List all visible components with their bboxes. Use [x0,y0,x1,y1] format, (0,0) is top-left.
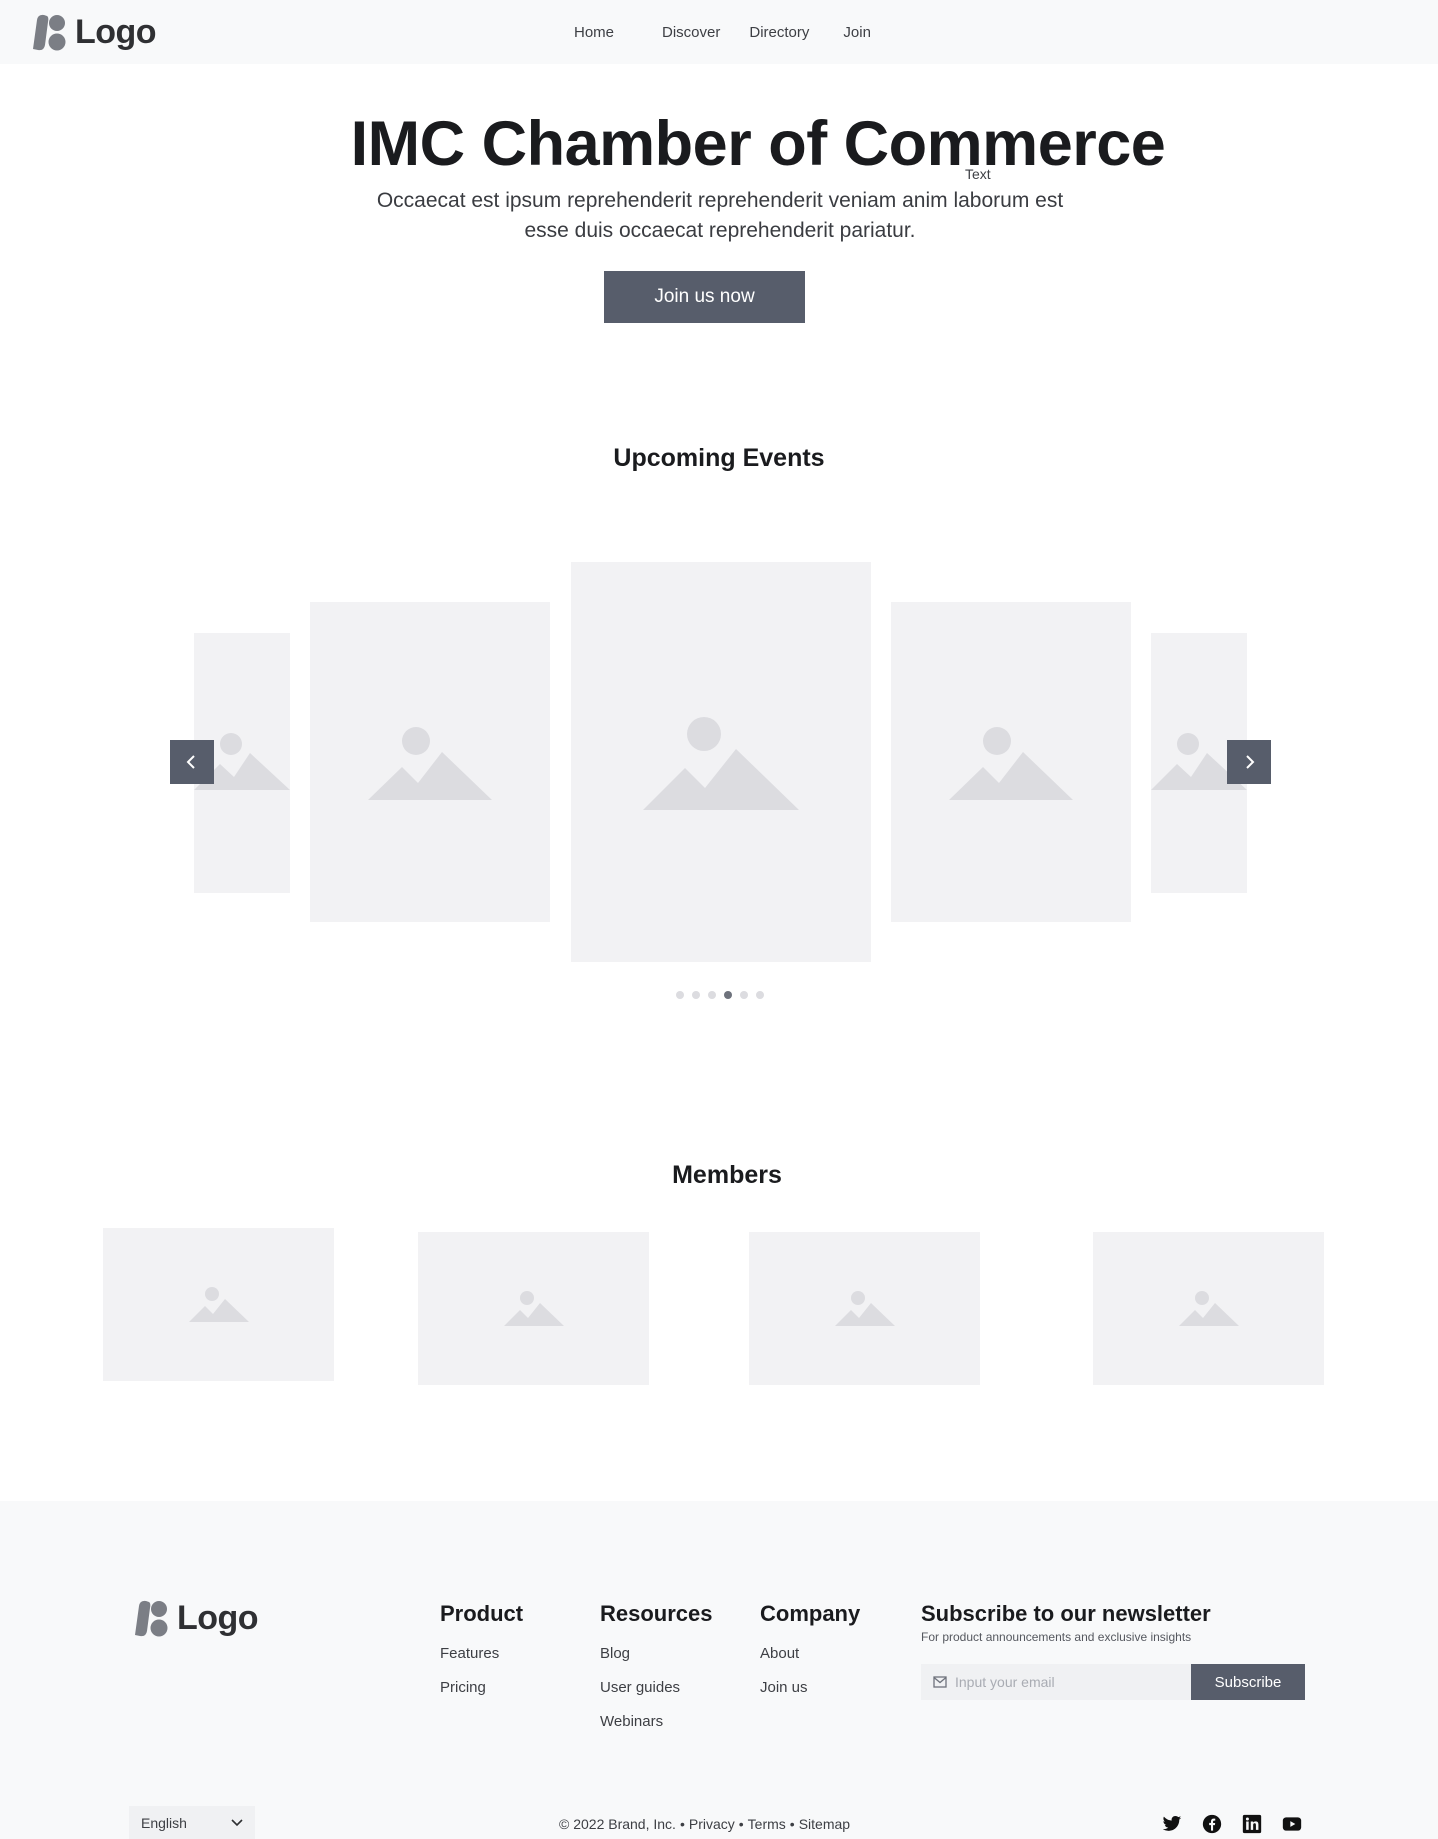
header-logo[interactable]: Logo [29,12,157,52]
youtube-icon[interactable] [1282,1814,1302,1834]
legal-links: © 2022 Brand, Inc. • Privacy • Terms • S… [559,1816,850,1832]
image-placeholder-icon [949,727,1073,800]
footer-link-join-us[interactable]: Join us [760,1679,808,1696]
facebook-icon[interactable] [1202,1814,1222,1834]
footer-link-webinars[interactable]: Webinars [600,1713,663,1730]
language-select[interactable]: English [129,1806,255,1839]
hero-subtitle: Occaecat est ipsum reprehenderit reprehe… [376,189,1064,242]
separator: • [679,1816,685,1832]
image-placeholder-icon [643,717,799,810]
main-nav: Home Discover Directory Join [560,0,871,64]
member-card-2[interactable] [418,1232,649,1385]
footer-link-user-guides[interactable]: User guides [600,1679,680,1696]
carousel-dot[interactable] [740,991,748,999]
footer-logo[interactable]: Logo [131,1598,259,1638]
twitter-icon[interactable] [1162,1814,1182,1834]
image-placeholder-icon [1179,1291,1239,1326]
carousel-next-button[interactable] [1227,740,1271,784]
logo-text: Logo [75,12,157,51]
privacy-link[interactable]: Privacy [689,1816,735,1832]
footer-link-about[interactable]: About [760,1645,799,1662]
logo-text: Logo [177,1598,259,1637]
image-placeholder-icon [368,727,492,800]
subscribe-button[interactable]: Subscribe [1191,1664,1305,1700]
event-slide-3[interactable] [571,562,871,962]
footer-resources-title: Resources [600,1601,713,1626]
mail-icon [933,1676,947,1688]
language-value: English [141,1814,187,1831]
newsletter-title: Subscribe to our newsletter [921,1601,1211,1626]
members-title: Members [672,1161,782,1189]
event-slide-4[interactable] [891,602,1131,922]
carousel-dots [676,991,764,999]
footer-product-title: Product [440,1601,524,1626]
member-card-4[interactable] [1093,1232,1324,1385]
sitemap-link[interactable]: Sitemap [799,1816,850,1832]
page-title: IMC Chamber of Commerce [350,109,1166,179]
events-title: Upcoming Events [613,444,825,472]
logo-mark-icon [135,1600,168,1637]
separator: • [738,1816,744,1832]
social-links [1162,1814,1302,1834]
nav-discover[interactable]: Discover [662,24,720,41]
site-header: Logo Home Discover Directory Join [0,0,1438,64]
footer-link-blog[interactable]: Blog [600,1645,630,1662]
email-input[interactable] [955,1674,1175,1690]
footer-link-pricing[interactable]: Pricing [440,1679,486,1696]
footer-company-title: Company [760,1601,861,1626]
carousel-prev-button[interactable] [170,740,214,784]
image-placeholder-icon [189,1287,249,1322]
newsletter-subtitle: For product announcements and exclusive … [921,1630,1192,1644]
chevron-left-icon [186,755,195,769]
logo-mark-icon [33,14,66,51]
text-label: Text [965,166,991,182]
image-placeholder-icon [504,1291,564,1326]
member-card-3[interactable] [749,1232,980,1385]
site-footer: Logo Product Features Pricing Resources … [0,1501,1438,1839]
footer-link-features[interactable]: Features [440,1645,499,1662]
chevron-down-icon [231,1818,243,1826]
image-placeholder-icon [835,1291,895,1326]
carousel-dot[interactable] [676,991,684,999]
event-slide-2[interactable] [310,602,550,922]
separator: • [789,1816,795,1832]
nav-join[interactable]: Join [843,24,871,41]
join-us-button[interactable]: Join us now [604,271,805,323]
nav-directory[interactable]: Directory [749,24,809,41]
carousel-dot[interactable] [692,991,700,999]
email-field-wrapper [921,1664,1191,1700]
carousel-dot-active[interactable] [724,991,732,999]
carousel-dot[interactable] [708,991,716,999]
chevron-right-icon [1246,755,1255,769]
carousel-dot[interactable] [756,991,764,999]
terms-link[interactable]: Terms [748,1816,786,1832]
nav-home[interactable]: Home [574,24,614,41]
member-card-1[interactable] [103,1228,334,1381]
linkedin-icon[interactable] [1242,1814,1262,1834]
copyright-text: © 2022 Brand, Inc. [559,1816,676,1832]
